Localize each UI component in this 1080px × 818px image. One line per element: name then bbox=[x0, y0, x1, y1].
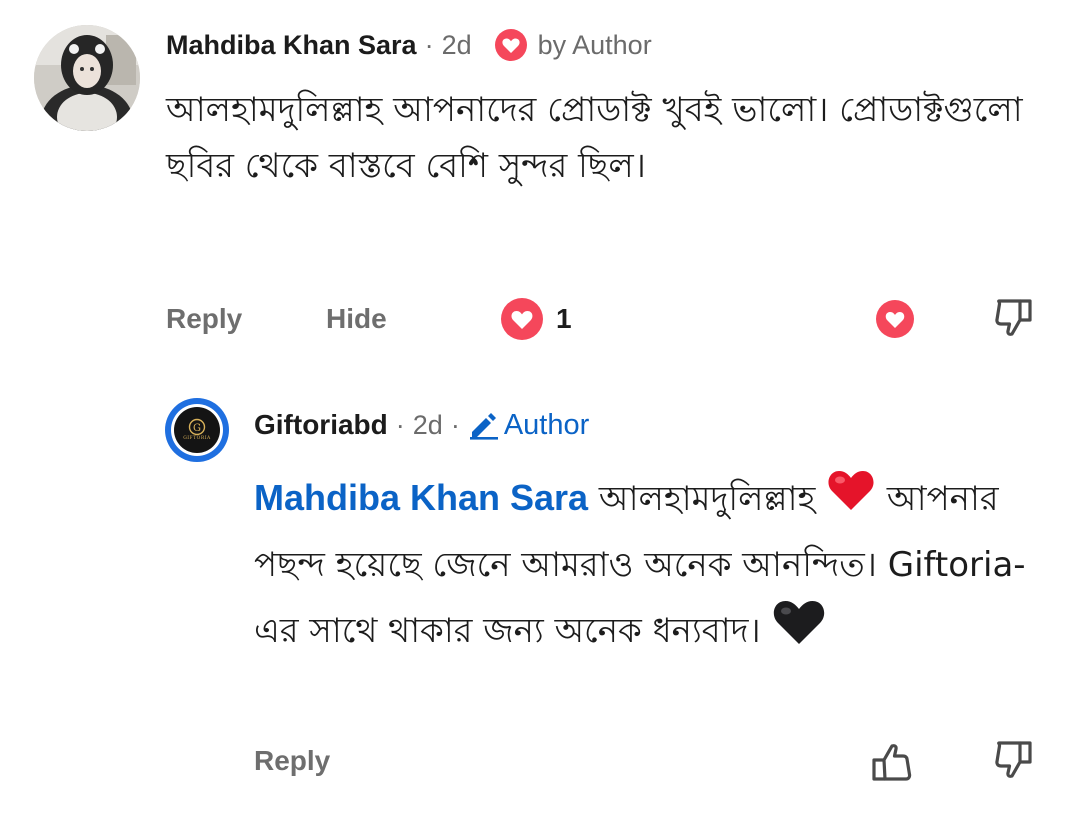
pencil-icon bbox=[468, 410, 500, 440]
liked-by-author-label: by Author bbox=[537, 29, 652, 60]
separator-dot: · bbox=[424, 29, 434, 60]
like-button[interactable] bbox=[868, 738, 914, 784]
thumbs-down-icon bbox=[995, 741, 1032, 778]
reaction-count: 1 bbox=[556, 303, 572, 334]
reply-author[interactable]: Giftoriabd bbox=[254, 409, 388, 441]
comment-actions: Reply Hide 1 bbox=[166, 296, 1036, 342]
logo-text: GIFTORIA bbox=[183, 436, 211, 441]
comment-author[interactable]: Mahdiba Khan Sara bbox=[166, 30, 417, 61]
comment-body: আলহামদুলিল্লাহ আপনাদের প্রোডাক্ট খুবই ভা… bbox=[166, 90, 1023, 186]
red-heart-emoji-icon bbox=[826, 467, 876, 534]
love-reaction-button[interactable] bbox=[874, 298, 916, 340]
thumbs-down-icon bbox=[995, 299, 1032, 336]
reply-button[interactable]: Reply bbox=[254, 738, 330, 784]
hide-button[interactable]: Hide bbox=[326, 296, 387, 342]
reply-header: Giftoriabd · 2d · Author bbox=[254, 406, 589, 444]
avatar[interactable] bbox=[34, 25, 140, 131]
brand-logo: G GIFTORIA bbox=[174, 407, 220, 453]
thumbs-up-icon bbox=[872, 744, 912, 781]
reply-button[interactable]: Reply bbox=[166, 296, 242, 342]
reply-actions: Reply bbox=[254, 738, 1044, 784]
reply-text-part1: আলহামদুলিল্লাহ bbox=[588, 479, 827, 519]
reply-avatar[interactable]: G GIFTORIA bbox=[165, 398, 229, 462]
comment-time: 2d bbox=[441, 29, 472, 60]
author-badge: Author bbox=[503, 408, 590, 441]
separator-dot: · bbox=[450, 409, 460, 440]
reaction-summary[interactable]: 1 bbox=[500, 296, 572, 342]
comment-header: Mahdiba Khan Sara · 2d by Author bbox=[166, 27, 652, 63]
avatar-image bbox=[34, 25, 140, 131]
reply-time: 2d bbox=[412, 409, 443, 440]
svg-text:G: G bbox=[193, 423, 201, 434]
mention-link[interactable]: Mahdiba Khan Sara bbox=[254, 477, 588, 518]
heart-icon bbox=[876, 300, 914, 338]
dislike-button[interactable] bbox=[992, 738, 1036, 784]
logo-mark-icon: G bbox=[188, 418, 206, 436]
dislike-button[interactable] bbox=[992, 296, 1036, 342]
heart-icon bbox=[500, 297, 544, 341]
reply-body: Mahdiba Khan Sara আলহামদুলিল্লাহ আপনার প… bbox=[254, 466, 1054, 668]
separator-dot: · bbox=[395, 409, 405, 440]
black-heart-emoji-icon bbox=[771, 597, 827, 668]
heart-icon bbox=[494, 28, 528, 62]
